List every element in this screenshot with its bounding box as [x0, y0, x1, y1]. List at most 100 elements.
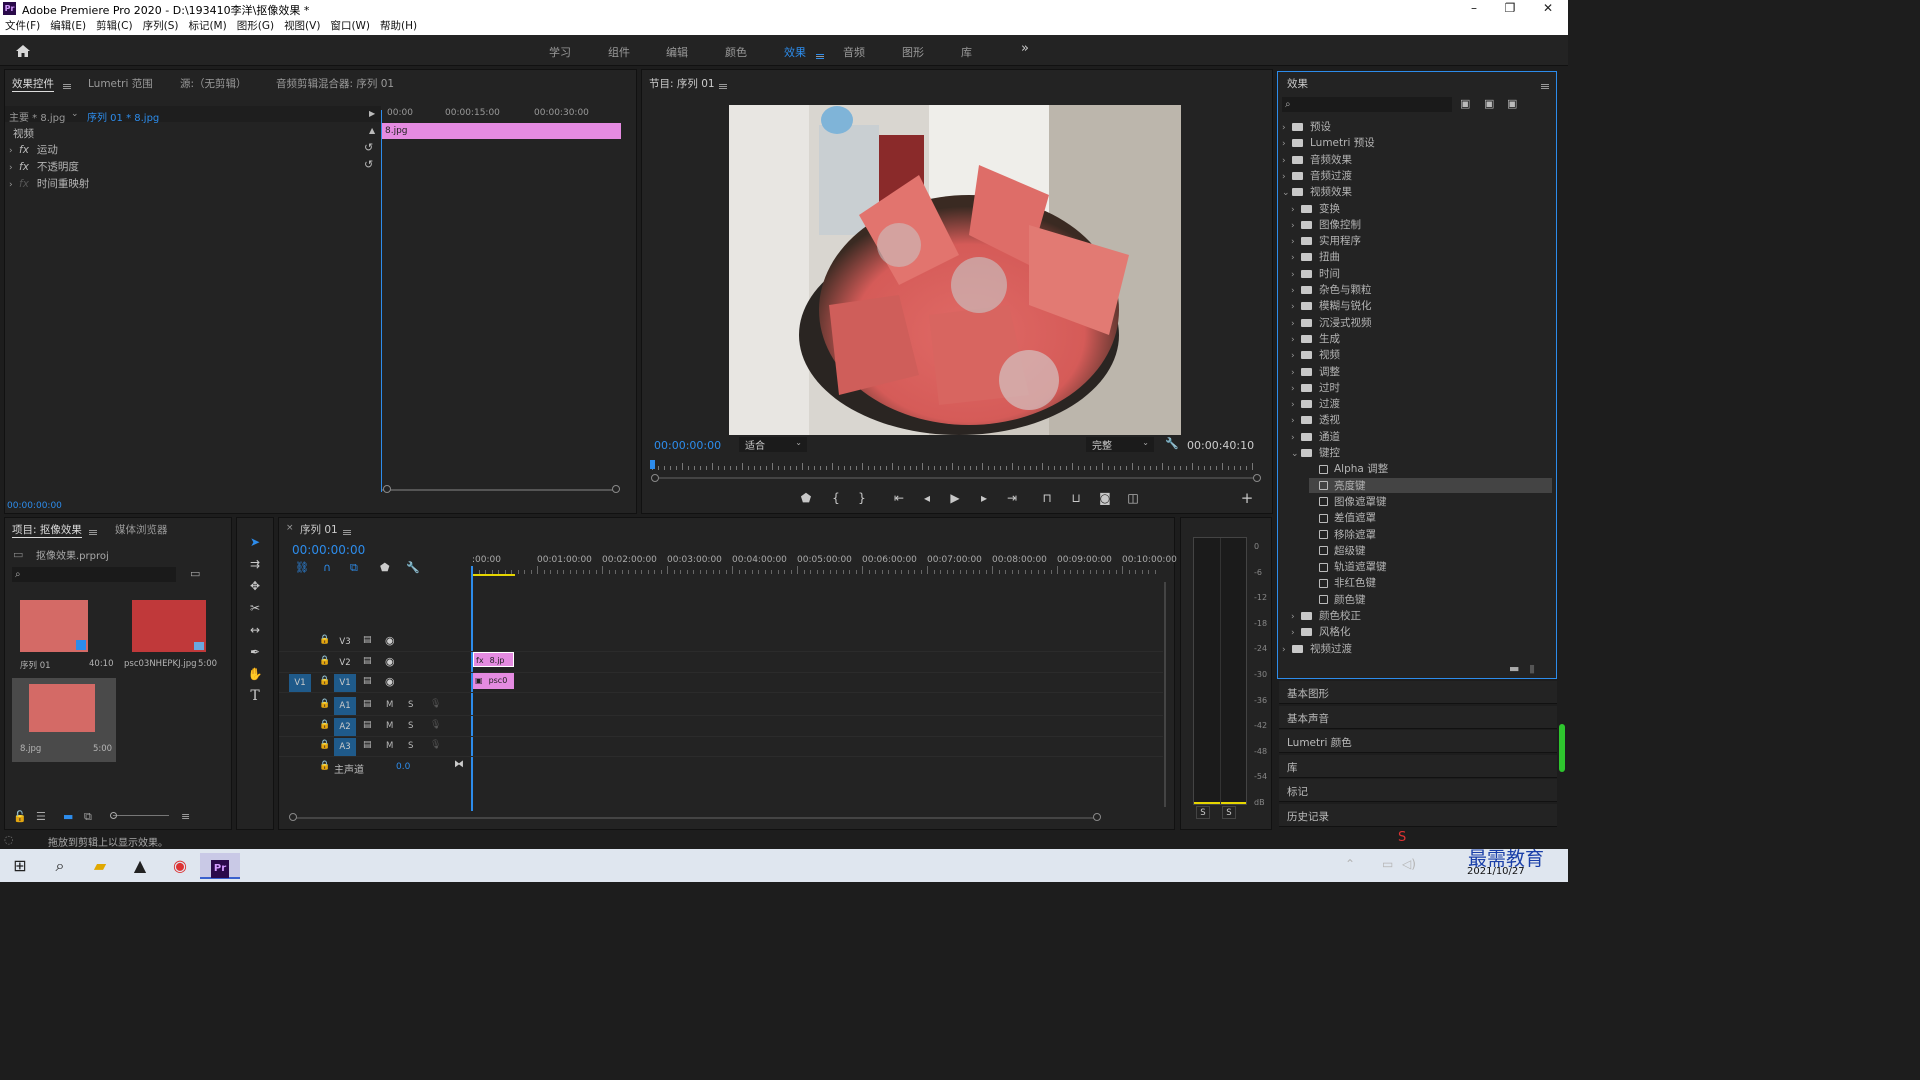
- close-button[interactable]: ✕: [1530, 0, 1566, 17]
- close-tab-icon[interactable]: ×: [286, 523, 294, 533]
- lock-icon[interactable]: 🔒: [319, 761, 330, 771]
- workspace-color[interactable]: 颜色: [725, 44, 747, 60]
- selected-item[interactable]: 8.jpg 5:00: [12, 678, 116, 762]
- lock-icon[interactable]: 🔒: [319, 720, 330, 730]
- scroll-handle-right[interactable]: [1253, 474, 1261, 482]
- lift-icon[interactable]: ⊓: [1039, 490, 1055, 506]
- side-panel-1[interactable]: 基本声音: [1279, 705, 1557, 729]
- solo-left-button[interactable]: S: [1196, 806, 1210, 819]
- camera-icon[interactable]: ◙: [1097, 490, 1113, 506]
- scroll-handle-left[interactable]: [651, 474, 659, 482]
- mark-in-icon[interactable]: {: [828, 490, 844, 506]
- timeline-timecode[interactable]: 00:00:00:00: [292, 543, 365, 557]
- effect-row-motion[interactable]: › fx 运动: [9, 142, 58, 157]
- compare-icon[interactable]: ◫: [1125, 490, 1141, 506]
- mute-button[interactable]: M: [386, 721, 393, 731]
- step-forward-icon[interactable]: ▸: [976, 490, 992, 506]
- keying-effect-2[interactable]: 图像遮罩键: [1309, 494, 1552, 509]
- tab-project[interactable]: 项目: 抠像效果: [12, 522, 82, 538]
- add-button-icon[interactable]: +: [1239, 490, 1255, 506]
- video-effects-folder-14[interactable]: › 通道: [1291, 429, 1552, 444]
- effects-panel-title[interactable]: 效果: [1287, 76, 1308, 91]
- source-patch-v1[interactable]: V1: [289, 674, 311, 692]
- freeform-view-icon[interactable]: ⧉: [84, 810, 92, 824]
- tree-item-0[interactable]: › 预设: [1282, 119, 1552, 134]
- video-effects-folder-2[interactable]: › 实用程序: [1291, 233, 1552, 248]
- side-panel-0[interactable]: 基本图形: [1279, 681, 1557, 704]
- video-effects-folder-8[interactable]: › 生成: [1291, 331, 1552, 346]
- keying-effect-6[interactable]: 轨道遮罩键: [1309, 559, 1552, 574]
- scroll-up-icon[interactable]: ▲: [369, 126, 375, 135]
- ime-sogou-icon[interactable]: S: [1398, 830, 1406, 845]
- effect-row-opacity[interactable]: › fx 不透明度: [9, 159, 79, 174]
- track-target-A1[interactable]: A1: [334, 697, 356, 715]
- thumbnail-sequence[interactable]: [20, 600, 88, 652]
- more-workspaces-icon[interactable]: »: [1021, 41, 1029, 56]
- hand-tool-icon[interactable]: ✋: [247, 666, 263, 682]
- video-effects-folder-1[interactable]: › 图像控制: [1291, 217, 1552, 232]
- maximize-button[interactable]: ❐: [1492, 0, 1528, 17]
- lock-icon[interactable]: 🔒: [319, 699, 330, 709]
- lock-icon[interactable]: 🔒: [319, 740, 330, 750]
- add-marker-icon[interactable]: ⬟: [380, 561, 390, 574]
- play-icon[interactable]: ▶: [947, 490, 963, 506]
- solo-button[interactable]: S: [408, 721, 413, 731]
- film-icon[interactable]: ▤: [363, 720, 372, 730]
- keying-effect-0[interactable]: Alpha 调整: [1309, 461, 1552, 476]
- selection-tool-icon[interactable]: ➤: [247, 534, 263, 550]
- new-search-bin-icon[interactable]: ▭: [190, 567, 200, 580]
- bowtie-icon[interactable]: ⧓: [454, 759, 464, 770]
- mute-button[interactable]: M: [386, 700, 393, 710]
- program-timecode[interactable]: 00:00:00:00: [654, 439, 721, 452]
- film-icon[interactable]: ▤: [363, 740, 372, 750]
- new-bin-icon[interactable]: ▬: [1509, 662, 1519, 675]
- video-effects-folder-0[interactable]: › 变换: [1291, 201, 1552, 216]
- program-time-ruler[interactable]: [652, 461, 1256, 471]
- keying-effect-8[interactable]: 颜色键: [1309, 592, 1552, 607]
- video-effects-folder-12[interactable]: › 过渡: [1291, 396, 1552, 411]
- list-view-icon[interactable]: ☰: [36, 810, 46, 823]
- snap-icon[interactable]: ∩: [323, 561, 331, 574]
- video-effects-folder-10[interactable]: › 调整: [1291, 364, 1552, 379]
- menu-view[interactable]: 视图(V): [279, 17, 325, 35]
- video-effects-folder-6[interactable]: › 模糊与锐化: [1291, 298, 1552, 313]
- panel-menu-icon[interactable]: [343, 525, 351, 538]
- quality-dropdown[interactable]: 完整 ⌄: [1086, 437, 1154, 452]
- clip-v1[interactable]: ▣ psc0: [473, 673, 514, 689]
- taskbar-search-icon[interactable]: ⌕: [40, 853, 80, 879]
- zoom-slider-handle[interactable]: [110, 812, 117, 819]
- work-area-bar[interactable]: [472, 574, 515, 576]
- mute-button[interactable]: M: [386, 741, 393, 751]
- timeline-ruler[interactable]: :00:00 00:01:00:00 00:02:00:00 00:03:00:00 0…: [472, 553, 1177, 579]
- menu-graphics[interactable]: 图形(G): [232, 17, 279, 35]
- side-scrollbar[interactable]: [1559, 724, 1565, 772]
- program-monitor-title[interactable]: 节目: 序列 01: [649, 76, 715, 91]
- menu-clip[interactable]: 剪辑(C): [91, 17, 138, 35]
- sort-icon[interactable]: ≡: [181, 810, 190, 823]
- chevron-down-icon[interactable]: ⌄: [71, 109, 79, 119]
- keying-effect-7[interactable]: 非红色键: [1309, 575, 1552, 590]
- home-icon[interactable]: [15, 44, 31, 58]
- volume-icon[interactable]: ◁): [1402, 857, 1416, 871]
- workspace-learning[interactable]: 学习: [549, 44, 571, 60]
- extract-icon[interactable]: ⊔: [1068, 490, 1084, 506]
- go-to-in-icon[interactable]: ⇤: [891, 490, 907, 506]
- video-effects-folder-9[interactable]: › 视频: [1291, 347, 1552, 362]
- nest-icon[interactable]: ⛓: [295, 561, 309, 574]
- zoom-slider[interactable]: [113, 815, 169, 816]
- video-effects-folder-3[interactable]: › 扭曲: [1291, 249, 1552, 264]
- clip-v2[interactable]: fx 8.jp: [473, 652, 514, 667]
- track-select-tool-icon[interactable]: ⇉: [247, 556, 263, 572]
- video-effects-folder-5[interactable]: › 杂色与颗粒: [1291, 282, 1552, 297]
- program-zoom-bar[interactable]: [654, 477, 1258, 479]
- scroll-handle-right[interactable]: [612, 485, 620, 493]
- side-panel-2[interactable]: Lumetri 颜色: [1279, 730, 1557, 753]
- menu-file[interactable]: 文件(F): [0, 17, 45, 35]
- lock-icon[interactable]: 🔒: [319, 635, 330, 645]
- keying-effect-4[interactable]: 移除遮罩: [1309, 527, 1552, 542]
- workspace-audio[interactable]: 音频: [843, 44, 865, 60]
- mark-out-icon[interactable]: }: [854, 490, 870, 506]
- go-to-out-icon[interactable]: ⇥: [1004, 490, 1020, 506]
- track-target-V2[interactable]: V2: [334, 654, 356, 672]
- program-playhead[interactable]: [650, 460, 655, 469]
